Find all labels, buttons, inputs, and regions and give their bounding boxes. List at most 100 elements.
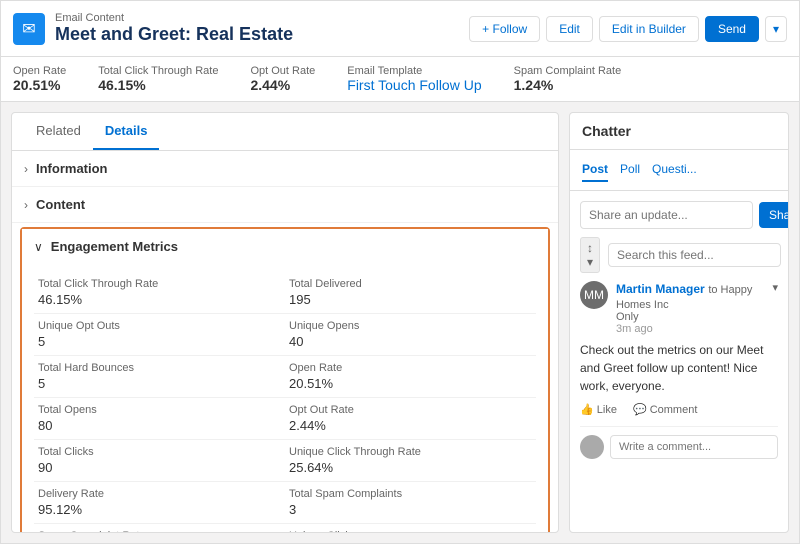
stat-label: Total Click Through Rate	[98, 65, 218, 77]
metric-label: Unique Clicks	[289, 530, 532, 532]
stat-open-rate: Open Rate 20.51%	[13, 65, 66, 93]
metric-label: Open Rate	[289, 362, 532, 374]
feed-actions: ↕ ▾ ↻	[580, 237, 778, 273]
metric-label: Spam Complaint Rate	[38, 530, 281, 532]
edit-button[interactable]: Edit	[546, 16, 593, 42]
email-template-link[interactable]: First Touch Follow Up	[347, 77, 481, 93]
dropdown-button[interactable]: ▾	[765, 16, 787, 42]
main-content: Related Details › Information › Content	[1, 102, 799, 543]
metric-unique-clicks: Unique Clicks 50	[285, 524, 536, 532]
metric-value: 20.51%	[289, 376, 532, 391]
metric-total-opens: Total Opens 80	[34, 398, 285, 440]
stat-click-through-rate: Total Click Through Rate 46.15%	[98, 65, 218, 93]
metric-label: Unique Opens	[289, 320, 532, 332]
stats-bar: Open Rate 20.51% Total Click Through Rat…	[1, 57, 799, 102]
chatter-tab-post[interactable]: Post	[582, 158, 608, 182]
post-header: MM Martin Manager to Happy Homes Inc Onl…	[580, 281, 778, 335]
section-title: Information	[36, 161, 108, 176]
metric-label: Total Opens	[38, 404, 281, 416]
stat-label: Spam Complaint Rate	[514, 65, 622, 77]
stat-label: Open Rate	[13, 65, 66, 77]
engagement-title: Engagement Metrics	[51, 239, 178, 254]
metric-label: Total Spam Complaints	[289, 488, 532, 500]
email-icon: ✉	[13, 13, 45, 45]
metric-value: 46.15%	[38, 292, 281, 307]
send-button[interactable]: Send	[705, 16, 759, 42]
post-text: Check out the metrics on our Meet and Gr…	[580, 341, 778, 395]
page-header: ✉ Email Content Meet and Greet: Real Est…	[1, 1, 799, 57]
page-title: Meet and Greet: Real Estate	[55, 24, 293, 45]
chatter-tab-bar: Post Poll Questi...	[570, 150, 788, 191]
metric-value: 5	[38, 334, 281, 349]
metric-value: 195	[289, 292, 532, 307]
share-area: Share	[580, 201, 778, 229]
header-text: Email Content Meet and Greet: Real Estat…	[55, 12, 293, 45]
metric-label: Total Click Through Rate	[38, 278, 281, 290]
post-reactions: 👍 Like 💬 Comment	[580, 403, 778, 416]
chatter-title: Chatter	[570, 113, 788, 150]
metric-value: 25.64%	[289, 460, 532, 475]
stat-spam-complaint: Spam Complaint Rate 1.24%	[514, 65, 622, 93]
left-panel: Related Details › Information › Content	[11, 112, 559, 533]
comment-area	[580, 435, 778, 459]
engagement-metrics-header[interactable]: ∨ Engagement Metrics	[22, 229, 548, 264]
commenter-avatar	[580, 435, 604, 459]
metric-value: 2.44%	[289, 418, 532, 433]
chevron-right-icon: ›	[24, 198, 28, 212]
information-section[interactable]: › Information	[12, 151, 558, 187]
engagement-metrics-section: ∨ Engagement Metrics Total Click Through…	[20, 227, 550, 532]
tab-related[interactable]: Related	[24, 113, 93, 150]
stat-value: 20.51%	[13, 77, 66, 93]
stat-value: 1.24%	[514, 77, 622, 93]
metric-spam-complaints: Total Spam Complaints 3	[285, 482, 536, 524]
header-actions: + Follow Edit Edit in Builder Send ▾	[469, 16, 787, 42]
metric-value: 40	[289, 334, 532, 349]
metric-value: 95.12%	[38, 502, 281, 517]
metric-label: Unique Click Through Rate	[289, 446, 532, 458]
metric-total-ctr: Total Click Through Rate 46.15%	[34, 272, 285, 314]
post-dropdown-button[interactable]: ▾	[772, 281, 778, 294]
section-title: Content	[36, 197, 85, 212]
feed-search-input[interactable]	[608, 243, 781, 267]
comment-button[interactable]: 💬 Comment	[633, 403, 697, 416]
edit-in-builder-button[interactable]: Edit in Builder	[599, 16, 699, 42]
metric-total-clicks: Total Clicks 90	[34, 440, 285, 482]
like-button[interactable]: 👍 Like	[580, 403, 617, 416]
comment-input[interactable]	[610, 435, 778, 459]
metric-spam-rate: Spam Complaint Rate 1.24%	[34, 524, 285, 532]
stat-label: Email Template	[347, 65, 481, 77]
metric-value: 5	[38, 376, 281, 391]
post-time: 3m ago	[616, 323, 764, 335]
chatter-tab-poll[interactable]: Poll	[620, 158, 640, 182]
stat-value: 46.15%	[98, 77, 218, 93]
metrics-grid: Total Click Through Rate 46.15% Total De…	[22, 264, 548, 532]
metric-value: 80	[38, 418, 281, 433]
avatar: MM	[580, 281, 608, 309]
metric-label: Total Delivered	[289, 278, 532, 290]
share-input[interactable]	[580, 201, 753, 229]
metric-unique-opens: Unique Opens 40	[285, 314, 536, 356]
post-author[interactable]: Martin Manager	[616, 282, 705, 296]
stat-opt-out-rate: Opt Out Rate 2.44%	[250, 65, 315, 93]
chevron-down-icon: ∨	[34, 240, 43, 254]
sort-button[interactable]: ↕ ▾	[580, 237, 600, 273]
metric-value: 3	[289, 502, 532, 517]
follow-button[interactable]: + Follow	[469, 16, 540, 42]
stat-email-template: Email Template First Touch Follow Up	[347, 65, 481, 93]
metric-delivery-rate: Delivery Rate 95.12%	[34, 482, 285, 524]
tab-bar: Related Details	[12, 113, 558, 151]
content-section[interactable]: › Content	[12, 187, 558, 223]
metric-unique-opt-outs: Unique Opt Outs 5	[34, 314, 285, 356]
stat-value: 2.44%	[250, 77, 315, 93]
metric-open-rate: Open Rate 20.51%	[285, 356, 536, 398]
post-visibility: Only	[616, 311, 764, 323]
stat-label: Opt Out Rate	[250, 65, 315, 77]
metric-value: 90	[38, 460, 281, 475]
tab-details[interactable]: Details	[93, 113, 160, 150]
post-meta: Martin Manager to Happy Homes Inc Only 3…	[616, 281, 764, 335]
chatter-tab-question[interactable]: Questi...	[652, 158, 697, 182]
metric-opt-out-rate: Opt Out Rate 2.44%	[285, 398, 536, 440]
page-subtitle: Email Content	[55, 12, 293, 24]
metric-label: Total Hard Bounces	[38, 362, 281, 374]
share-button[interactable]: Share	[759, 202, 788, 228]
